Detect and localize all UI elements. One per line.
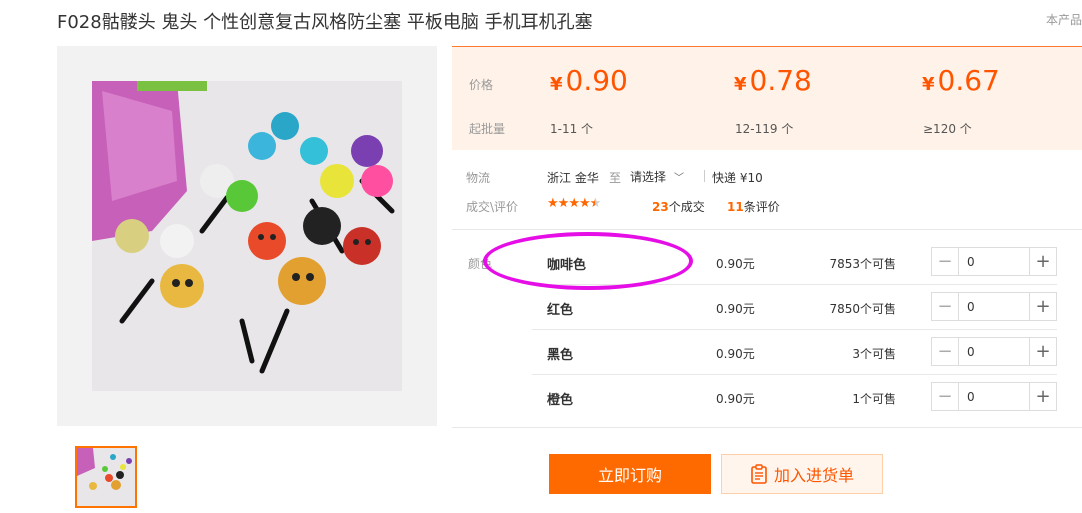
minus-icon[interactable]: −: [932, 383, 959, 410]
price-tier-1: ¥0.90: [550, 64, 628, 97]
variant-color: 红色: [547, 303, 574, 318]
quantity-stepper: − +: [931, 382, 1057, 411]
thumbnail-photo: [77, 448, 135, 506]
deals-count: 23: [652, 200, 669, 214]
plus-icon[interactable]: +: [1029, 383, 1056, 410]
product-photo: [92, 81, 402, 391]
row-divider: [532, 374, 1057, 375]
variant-stock: 7853个可售: [829, 257, 896, 271]
deals-count-link[interactable]: 23个成交: [652, 198, 705, 215]
half-star-icon: ★: [589, 196, 602, 211]
row-divider: [532, 284, 1057, 285]
star-icon: ★: [578, 196, 591, 211]
variant-price: 0.90元: [716, 347, 755, 361]
price-value: 0.67: [937, 64, 1000, 97]
chevron-down-icon: ﹀: [674, 173, 685, 184]
reviews-label: 成交\评价: [466, 200, 519, 214]
price-value: 0.78: [749, 64, 812, 97]
variant-stock: 1个可售: [852, 392, 896, 406]
rating-stars: ★★★★★: [547, 196, 602, 211]
variant-color: 咖啡色: [547, 258, 587, 273]
row-divider: [532, 329, 1057, 330]
review-text: 条评价: [743, 200, 780, 214]
range-tier-1: 1-11 个: [550, 122, 594, 136]
variant-price: 0.90元: [716, 302, 755, 316]
review-count: 11: [727, 200, 744, 214]
minus-icon[interactable]: −: [932, 293, 959, 320]
add-to-cart-label: 加入进货单: [773, 466, 854, 485]
variant-price: 0.90元: [716, 392, 755, 406]
quantity-input[interactable]: [959, 383, 1029, 410]
section-divider: [452, 229, 1082, 230]
minus-icon[interactable]: −: [932, 338, 959, 365]
product-main-image[interactable]: [57, 46, 437, 426]
price-panel: 价格 起批量 ¥0.90 ¥0.78 ¥0.67 1-11 个 12-119 个…: [452, 46, 1082, 150]
quantity-stepper: − +: [931, 247, 1057, 276]
quantity-input[interactable]: [959, 338, 1029, 365]
quantity-stepper: − +: [931, 337, 1057, 366]
corner-note: 本产品: [1045, 13, 1082, 27]
highlight-ellipse: [483, 232, 693, 290]
range-tier-2: 12-119 个: [735, 122, 794, 136]
buy-now-button[interactable]: 立即订购: [549, 454, 711, 494]
range-tier-3: ≥120 个: [923, 122, 972, 136]
variant-color: 黑色: [547, 348, 574, 363]
variant-stock: 3个可售: [852, 347, 896, 361]
price-value: 0.90: [565, 64, 628, 97]
price-tier-2: ¥0.78: [734, 64, 812, 97]
logistics-label: 物流: [466, 171, 491, 185]
quantity-input[interactable]: [959, 248, 1029, 275]
quantity-input[interactable]: [959, 293, 1029, 320]
plus-icon[interactable]: +: [1029, 248, 1056, 275]
plus-icon[interactable]: +: [1029, 338, 1056, 365]
clipboard-icon: [750, 464, 768, 484]
currency-symbol: ¥: [922, 74, 935, 95]
plus-icon[interactable]: +: [1029, 293, 1056, 320]
section-divider: [452, 427, 1082, 428]
moq-label: 起批量: [469, 122, 506, 136]
review-count-link[interactable]: 11条评价: [727, 198, 780, 215]
variant-stock: 7850个可售: [829, 302, 896, 316]
price-tier-3: ¥0.67: [922, 64, 1000, 97]
variant-color: 橙色: [547, 393, 574, 408]
currency-symbol: ¥: [734, 74, 747, 95]
quantity-stepper: − +: [931, 292, 1057, 321]
express-fee: 快递 ¥10: [712, 171, 763, 185]
divider: [704, 170, 705, 182]
star-icon: ★: [557, 196, 570, 211]
thumbnail-image[interactable]: [75, 446, 137, 508]
destination-value: 请选择: [630, 170, 667, 184]
deals-text: 个成交: [668, 200, 705, 214]
logistics-to: 至: [609, 171, 622, 185]
minus-icon[interactable]: −: [932, 248, 959, 275]
product-title: F028骷髅头 鬼头 个性创意复古风格防尘塞 平板电脑 手机耳机孔塞: [57, 12, 593, 33]
destination-select[interactable]: 请选择 ﹀: [630, 168, 684, 185]
star-icon: ★: [568, 196, 580, 211]
add-to-cart-button[interactable]: 加入进货单: [721, 454, 883, 494]
price-label: 价格: [469, 78, 494, 92]
logistics-origin: 浙江 金华: [547, 171, 599, 185]
currency-symbol: ¥: [550, 74, 563, 95]
variant-price: 0.90元: [716, 257, 755, 271]
star-icon: ★: [547, 196, 559, 211]
color-label: 颜色: [468, 257, 493, 271]
